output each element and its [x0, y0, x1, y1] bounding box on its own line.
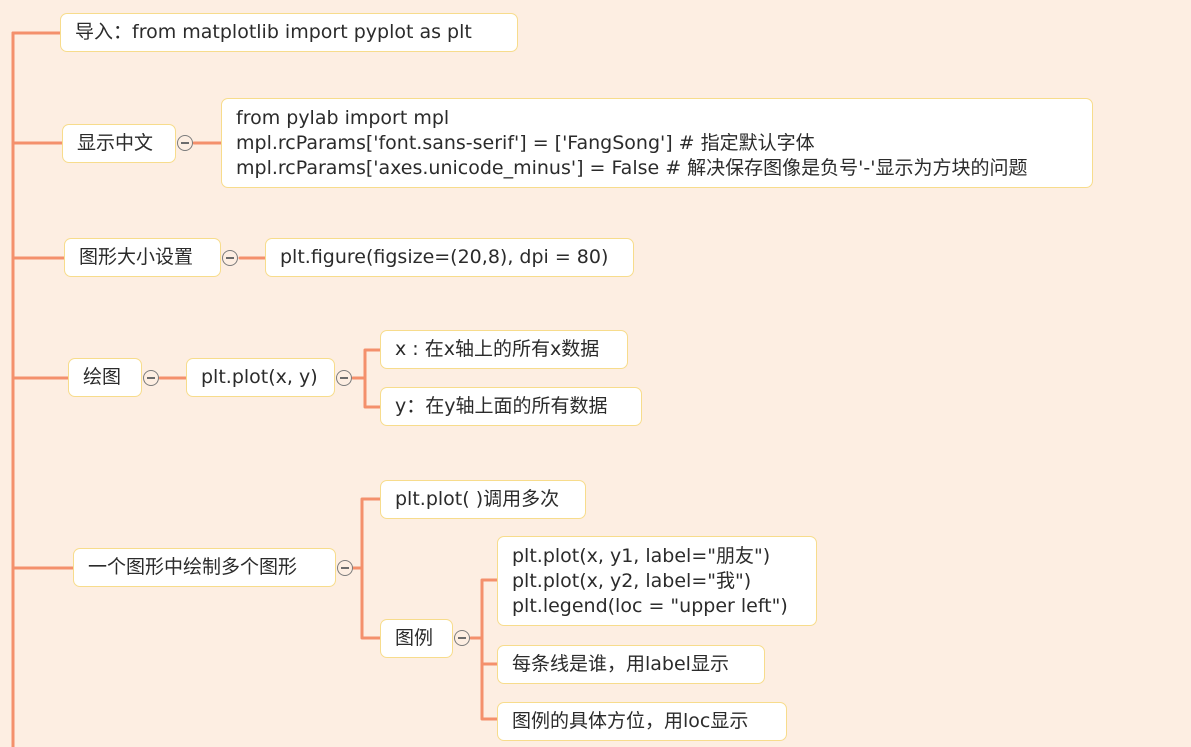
link-multi-children [351, 497, 382, 640]
plot-param-x-node[interactable]: x : 在x轴上的所有x数据 [380, 330, 628, 369]
legend-node[interactable]: 图例 [380, 619, 453, 658]
legend-loc-note-node[interactable]: 图例的具体方位，用loc显示 [497, 702, 787, 741]
chinese-display-collapse-icon[interactable] [177, 135, 193, 151]
plot-call-node[interactable]: plt.plot(x, y) [186, 358, 335, 397]
import-node[interactable]: 导入：from matplotlib import pyplot as plt [60, 13, 518, 52]
legend-collapse-icon[interactable] [454, 630, 470, 646]
plot-call-collapse-icon[interactable] [336, 370, 352, 386]
repeat-call-node[interactable]: plt.plot( )调用多次 [380, 480, 586, 519]
chinese-display-node[interactable]: 显示中文 [62, 124, 176, 163]
code-line: mpl.rcParams['axes.unicode_minus'] = Fal… [236, 156, 1028, 179]
link-legend-children [469, 578, 499, 721]
code-line: plt.legend(loc = "upper left") [512, 594, 788, 617]
legend-label-note-node[interactable]: 每条线是谁，用label显示 [497, 645, 765, 684]
multi-plots-collapse-icon[interactable] [337, 560, 353, 576]
legend-code-node[interactable]: plt.plot(x, y1, label="朋友") plt.plot(x, … [497, 536, 817, 626]
figure-size-collapse-icon[interactable] [222, 250, 238, 266]
link-plot-params [351, 348, 382, 409]
plotting-node[interactable]: 绘图 [68, 358, 142, 397]
code-line: plt.plot(x, y2, label="我") [512, 569, 752, 592]
plotting-collapse-icon[interactable] [143, 370, 159, 386]
figure-size-code-node[interactable]: plt.figure(figsize=(20,8), dpi = 80) [265, 238, 634, 277]
code-line: from pylab import mpl [236, 106, 450, 129]
code-line: mpl.rcParams['font.sans-serif'] = ['Fang… [236, 131, 815, 154]
chinese-display-code-node[interactable]: from pylab import mpl mpl.rcParams['font… [221, 98, 1093, 188]
figure-size-node[interactable]: 图形大小设置 [64, 238, 221, 277]
multi-plots-node[interactable]: 一个图形中绘制多个图形 [73, 548, 336, 587]
plot-param-y-node[interactable]: y：在y轴上面的所有数据 [380, 387, 642, 426]
code-line: plt.plot(x, y1, label="朋友") [512, 544, 771, 567]
